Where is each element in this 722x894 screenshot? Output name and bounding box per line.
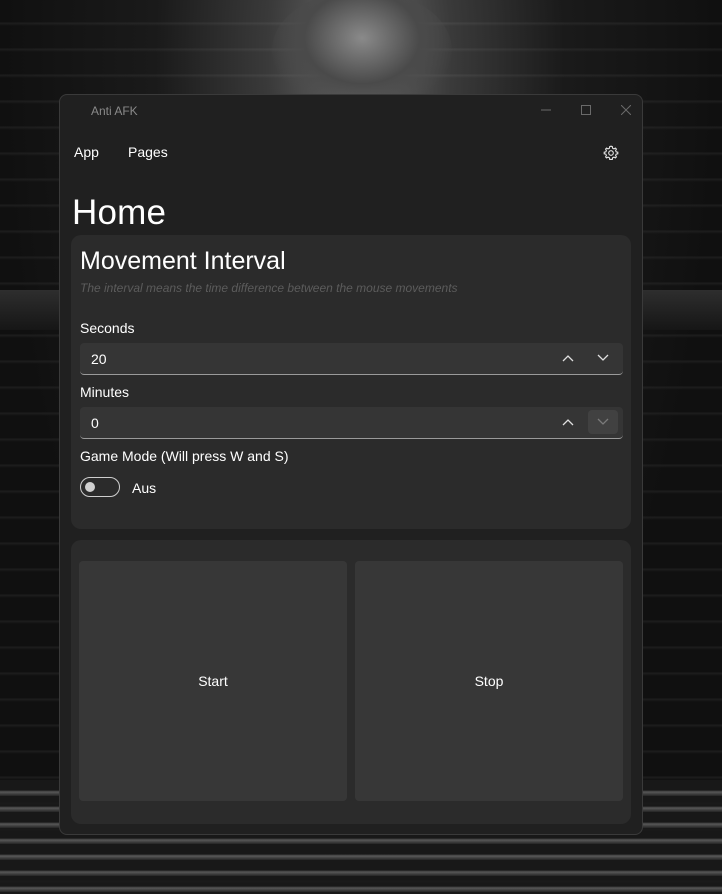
chevron-down-icon [597, 354, 609, 361]
minutes-decrement-button[interactable] [588, 410, 618, 434]
game-mode-state-label: Aus [132, 480, 157, 496]
settings-button[interactable] [599, 141, 623, 165]
minutes-number-box[interactable]: 0 [80, 407, 623, 439]
chevron-down-icon [597, 418, 609, 425]
card-description: The interval means the time difference b… [80, 281, 458, 295]
menu-item-app[interactable]: App [74, 144, 99, 160]
wallpaper-detail [643, 290, 722, 330]
wallpaper-detail [0, 290, 60, 330]
chevron-up-icon [562, 355, 574, 362]
maximize-icon [581, 105, 591, 115]
actions-card: Start Stop [71, 540, 631, 824]
minimize-button[interactable] [526, 95, 566, 125]
title-bar[interactable]: Anti AFK [60, 95, 642, 127]
minimize-icon [541, 109, 551, 111]
seconds-label: Seconds [80, 320, 135, 336]
minutes-increment-button[interactable] [553, 410, 583, 434]
page-title: Home [72, 193, 167, 232]
minutes-label: Minutes [80, 384, 130, 400]
chevron-up-icon [562, 419, 574, 426]
close-icon [621, 105, 631, 115]
seconds-increment-button[interactable] [553, 346, 583, 370]
seconds-decrement-button[interactable] [588, 346, 618, 370]
menu-bar: App Pages [60, 135, 642, 171]
game-mode-toggle[interactable] [80, 477, 120, 497]
minutes-value[interactable]: 0 [91, 415, 99, 431]
toggle-knob [85, 482, 95, 492]
start-button[interactable]: Start [79, 561, 347, 801]
card-title: Movement Interval [80, 247, 286, 275]
movement-interval-card: Movement Interval The interval means the… [71, 235, 631, 529]
close-button[interactable] [606, 95, 642, 125]
app-window: Anti AFK App Pages Home Movement Interva… [59, 94, 643, 835]
game-mode-label: Game Mode (Will press W and S) [80, 448, 289, 464]
maximize-button[interactable] [566, 95, 606, 125]
window-title: Anti AFK [91, 104, 138, 118]
gear-icon [603, 145, 619, 160]
seconds-number-box[interactable]: 20 [80, 343, 623, 375]
seconds-value[interactable]: 20 [91, 351, 107, 367]
stop-button[interactable]: Stop [355, 561, 623, 801]
menu-item-pages[interactable]: Pages [128, 144, 168, 160]
